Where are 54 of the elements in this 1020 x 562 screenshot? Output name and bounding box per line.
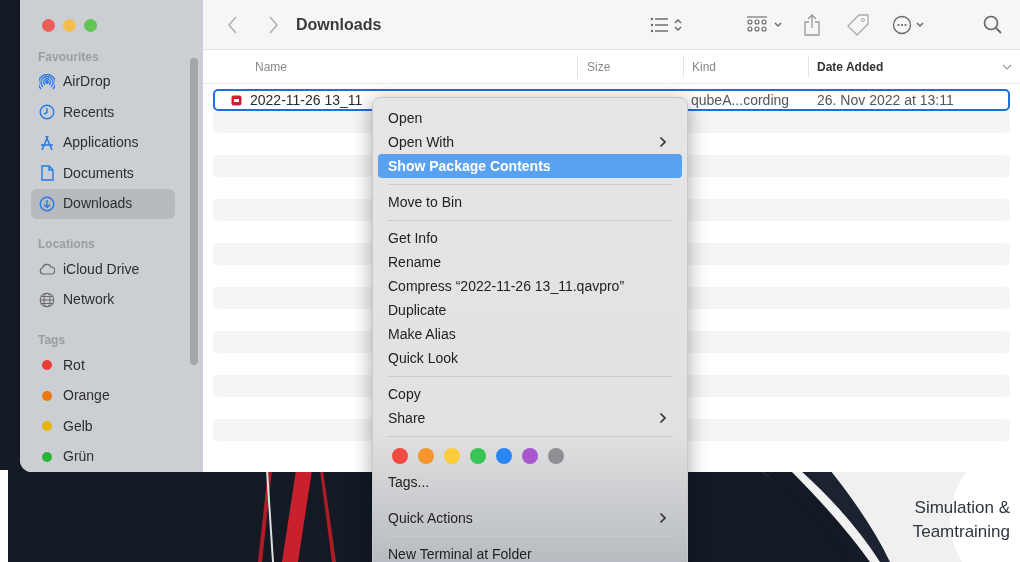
document-icon: [39, 165, 55, 182]
close-button[interactable]: [42, 19, 55, 32]
sidebar-item[interactable]: Orange: [31, 380, 175, 411]
menu-item[interactable]: Move to Bin: [378, 190, 682, 214]
file-name: 2022-11-26 13_11: [250, 90, 363, 110]
column-header[interactable]: Size: [577, 55, 683, 78]
sidebar-item[interactable]: Recents: [31, 97, 175, 128]
menu-item[interactable]: New Terminal at Folder: [378, 542, 682, 562]
column-header[interactable]: Kind: [683, 55, 808, 78]
table-cell: qubeA...cording: [691, 91, 790, 108]
logo-text: Simulation &: [914, 497, 1010, 519]
file-icon: [231, 94, 242, 106]
menu-item[interactable]: Tags...: [378, 470, 682, 494]
menu-item[interactable]: Duplicate: [378, 298, 682, 322]
logo-text: Teamtraining: [912, 521, 1010, 543]
minimize-button[interactable]: [63, 19, 76, 32]
back-icon[interactable]: [228, 15, 238, 34]
sidebar-item[interactable]: AirDrop: [31, 66, 175, 97]
search-icon[interactable]: [983, 15, 1002, 34]
sidebar-item[interactable]: Network: [31, 284, 175, 315]
globe-icon: [39, 291, 55, 308]
menu-item[interactable]: Get Info: [378, 226, 682, 250]
forward-icon[interactable]: [268, 15, 278, 34]
share-icon[interactable]: [804, 13, 820, 36]
menu-item[interactable]: Make Alias: [378, 322, 682, 346]
clock-icon: [39, 104, 55, 121]
menu-item[interactable]: Copy: [378, 382, 682, 406]
airdrop-icon: [39, 73, 55, 90]
sidebar-item[interactable]: Rot: [31, 350, 175, 381]
sidebar-item[interactable]: Documents: [31, 158, 175, 189]
applications-icon: [39, 134, 55, 151]
window-title: Downloads: [296, 14, 382, 35]
sidebar-item[interactable]: Gelb: [31, 411, 175, 442]
cloud-icon: [39, 261, 55, 278]
menu-item[interactable]: Open With: [378, 130, 682, 154]
tag-icon[interactable]: [847, 13, 869, 36]
group-icon[interactable]: [746, 15, 784, 34]
menu-item[interactable]: Rename: [378, 250, 682, 274]
zoom-button[interactable]: [84, 19, 97, 32]
scrollbar[interactable]: [190, 58, 198, 365]
sidebar-item[interactable]: Applications: [31, 127, 175, 158]
sidebar-item[interactable]: iCloud Drive: [31, 254, 175, 285]
column-header[interactable]: Name: [203, 55, 577, 78]
sidebar-item[interactable]: Grün: [31, 441, 175, 472]
menu-item[interactable]: Quick Actions: [378, 506, 682, 530]
sort-chevron-icon: [1002, 63, 1012, 70]
menu-item[interactable]: Share: [378, 406, 682, 430]
download-icon: [39, 195, 55, 212]
menu-item[interactable]: Compress “2022-11-26 13_11.qavpro”: [378, 274, 682, 298]
table-cell: 26. Nov 2022 at 13:11: [817, 91, 954, 108]
list-view-icon[interactable]: [650, 15, 684, 34]
menu-item[interactable]: Quick Look: [378, 346, 682, 370]
sidebar-item[interactable]: Downloads: [31, 188, 175, 219]
column-header[interactable]: Date Added: [808, 55, 1020, 78]
